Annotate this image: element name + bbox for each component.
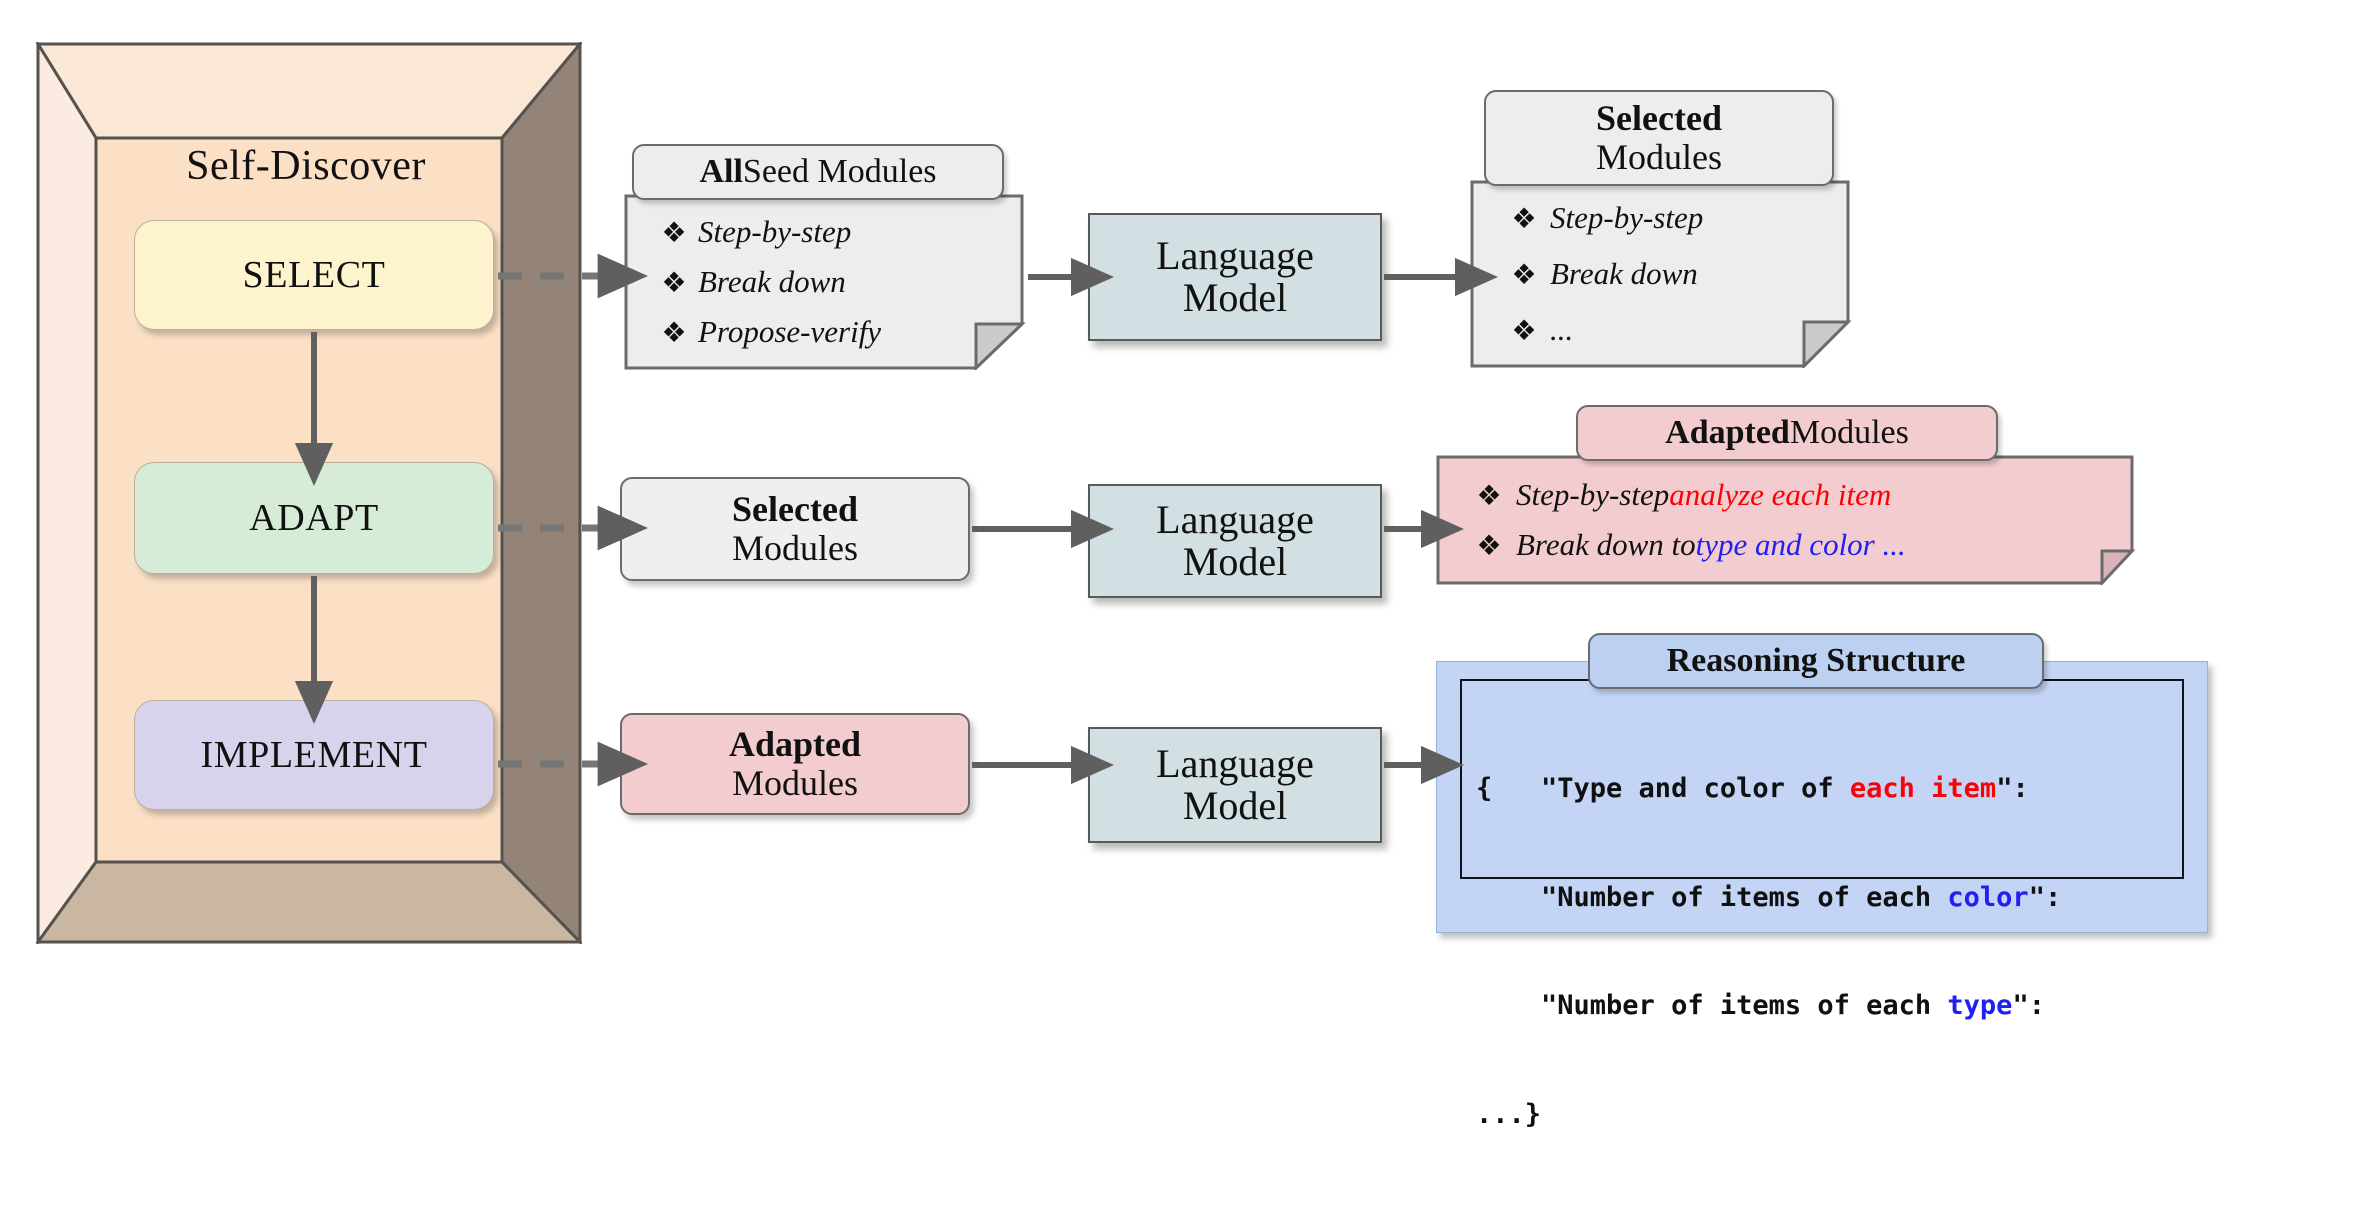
adapted-modules-note: Adapted Modules ❖ Step-by-step analyze e… — [1436, 405, 2136, 585]
list-item-label: Propose-verify — [698, 314, 882, 349]
reasoning-structure-header: Reasoning Structure — [1588, 633, 2044, 689]
code-line: "Number of items of each type": — [1476, 988, 2182, 1024]
diamond-bullet-icon: ❖ — [1476, 481, 1502, 512]
code-suffix: ": — [2028, 881, 2062, 913]
all-seed-modules-items: ❖ Step-by-step ❖ Break down ❖ Propose-ve… — [624, 194, 1028, 370]
adapted-modules-pill[interactable]: Adapted Modules — [620, 713, 970, 815]
reasoning-structure-code: { "Type and color of each item": "Number… — [1460, 679, 2184, 1130]
list-item: ❖ Break down — [1498, 256, 1852, 292]
header-bold-part: Selected — [1596, 98, 1722, 139]
code-line: { "Type and color of each item": — [1476, 771, 2182, 807]
list-item-label: Step-by-step — [698, 214, 852, 249]
list-item-plain: Step-by-step — [1516, 477, 1670, 512]
all-seed-modules-header: All Seed Modules — [632, 144, 1004, 200]
language-model-box-2[interactable]: Language Model — [1088, 484, 1382, 598]
stage-implement-label: IMPLEMENT — [200, 734, 428, 776]
list-item-blue-highlight: type and color ... — [1695, 527, 1906, 562]
adapted-modules-items: ❖ Step-by-step analyze each item ❖ Break… — [1436, 455, 2136, 585]
stage-select[interactable]: SELECT — [134, 220, 494, 330]
list-item: ❖ ... — [1498, 312, 1852, 348]
code-prefix: "Number of items of each — [1476, 990, 1948, 1022]
language-model-line1: Language — [1156, 233, 1314, 279]
adapted-modules-header: Adapted Modules — [1576, 405, 1998, 461]
language-model-box-3[interactable]: Language Model — [1088, 727, 1382, 843]
stage-adapt[interactable]: ADAPT — [134, 462, 494, 574]
header-rest-part: Seed Modules — [742, 152, 937, 190]
header-rest-part: Modules — [1789, 413, 1909, 451]
diamond-bullet-icon: ❖ — [661, 318, 687, 349]
header-bold-part: Adapted — [1665, 413, 1790, 451]
diamond-bullet-icon: ❖ — [1476, 531, 1502, 562]
code-line: ...} — [1476, 1097, 2182, 1133]
all-seed-modules-note: All Seed Modules ❖ Step-by-step ❖ Break … — [624, 144, 1028, 370]
pill-rest-label: Modules — [732, 763, 858, 803]
list-item-label: Break down — [698, 264, 846, 299]
language-model-line2: Model — [1182, 275, 1288, 320]
list-item: ❖ Break down to type and color ... — [1462, 527, 2136, 563]
list-item-label: Step-by-step — [1550, 200, 1704, 235]
list-item: ❖ Step-by-step — [1498, 200, 1852, 236]
code-prefix: ...} — [1476, 1098, 1542, 1130]
reasoning-structure-panel: Reasoning Structure { "Type and color of… — [1436, 633, 2208, 1130]
diamond-bullet-icon: ❖ — [1511, 260, 1537, 291]
code-prefix: "Number of items of each — [1476, 881, 1948, 913]
pill-bold-label: Adapted — [728, 724, 862, 765]
diamond-bullet-icon: ❖ — [1511, 316, 1537, 347]
code-accent: type — [1947, 990, 2013, 1022]
list-item-label: Break down — [1550, 256, 1698, 291]
selected-modules-pill[interactable]: Selected Modules — [620, 477, 970, 581]
diamond-bullet-icon: ❖ — [1511, 204, 1537, 235]
diagram-canvas: Self-Discover SELECT ADAPT IMPLEMENT All… — [0, 0, 2376, 1130]
diamond-bullet-icon: ❖ — [661, 218, 687, 249]
pill-bold-label: Selected — [732, 489, 858, 530]
stage-implement[interactable]: IMPLEMENT — [134, 700, 494, 810]
language-model-box-1[interactable]: Language Model — [1088, 213, 1382, 341]
selected-modules-body: ❖ Step-by-step ❖ Break down ❖ ... — [1470, 180, 1852, 368]
list-item-label: ... — [1550, 312, 1574, 347]
language-model-line2: Model — [1182, 539, 1288, 584]
list-item: ❖ Propose-verify — [650, 314, 1028, 350]
language-model-line1: Language — [1156, 741, 1314, 787]
stage-select-label: SELECT — [242, 254, 386, 296]
selected-modules-note: Selected Modules ❖ Step-by-step ❖ Break … — [1470, 90, 1852, 368]
list-item: ❖ Step-by-step — [650, 214, 1028, 250]
code-prefix: { "Type and color of — [1476, 773, 1850, 805]
language-model-line2: Model — [1182, 783, 1288, 828]
diamond-bullet-icon: ❖ — [661, 268, 687, 299]
selected-modules-items: ❖ Step-by-step ❖ Break down ❖ ... — [1470, 180, 1852, 368]
code-accent: color — [1947, 881, 2029, 913]
stage-adapt-label: ADAPT — [249, 497, 379, 539]
adapted-modules-body: ❖ Step-by-step analyze each item ❖ Break… — [1436, 455, 2136, 585]
pill-rest-label: Modules — [732, 528, 858, 568]
list-item: ❖ Step-by-step analyze each item — [1462, 477, 2136, 513]
all-seed-modules-body: ❖ Step-by-step ❖ Break down ❖ Propose-ve… — [624, 194, 1028, 370]
frame-title: Self-Discover — [186, 143, 426, 189]
selected-modules-header: Selected Modules — [1484, 90, 1834, 186]
header-bold-part: All — [699, 152, 743, 190]
code-suffix: ": — [2012, 990, 2045, 1022]
header-rest-part: Modules — [1596, 137, 1722, 177]
list-item-red-highlight: analyze each item — [1669, 477, 1892, 512]
list-item: ❖ Break down — [650, 264, 1028, 300]
language-model-line1: Language — [1156, 497, 1314, 543]
code-accent: each item — [1849, 773, 1997, 805]
list-item-plain: Break down to — [1516, 527, 1696, 562]
code-suffix: ": — [1996, 773, 2029, 805]
code-line: "Number of items of each color": — [1476, 880, 2182, 916]
